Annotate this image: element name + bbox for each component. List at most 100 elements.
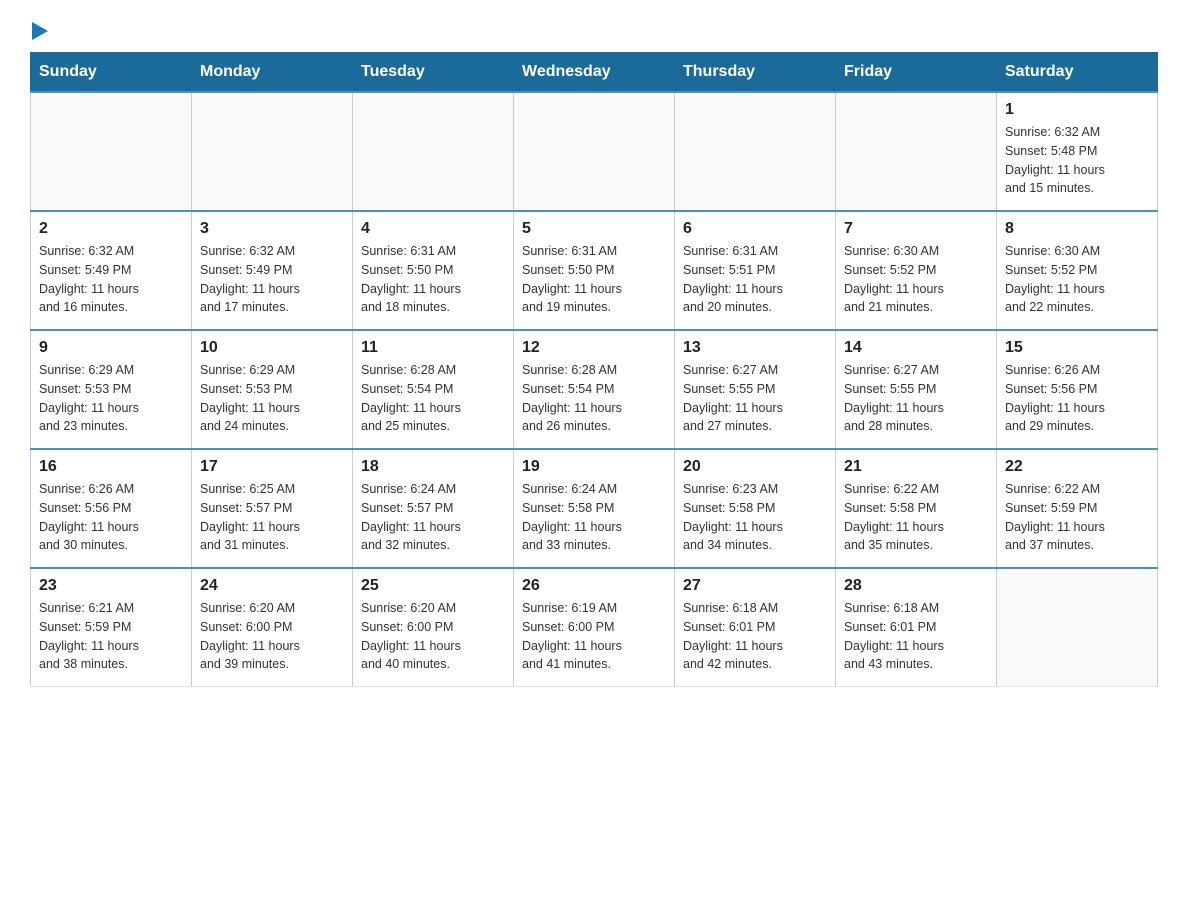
day-number: 19 bbox=[522, 458, 666, 476]
day-cell: 13 Sunrise: 6:27 AM Sunset: 5:55 PM Dayli… bbox=[675, 330, 836, 449]
day-number: 4 bbox=[361, 220, 505, 238]
day-number: 3 bbox=[200, 220, 344, 238]
day-number: 26 bbox=[522, 577, 666, 595]
day-cell: 14 Sunrise: 6:27 AM Sunset: 5:55 PM Dayli… bbox=[836, 330, 997, 449]
day-info: Sunrise: 6:31 AM Sunset: 5:51 PM Dayligh… bbox=[683, 242, 827, 317]
day-info: Sunrise: 6:32 AM Sunset: 5:48 PM Dayligh… bbox=[1005, 123, 1149, 198]
day-cell: 8 Sunrise: 6:30 AM Sunset: 5:52 PM Daylig… bbox=[997, 211, 1158, 330]
day-number: 16 bbox=[39, 458, 183, 476]
day-info: Sunrise: 6:32 AM Sunset: 5:49 PM Dayligh… bbox=[39, 242, 183, 317]
day-number: 10 bbox=[200, 339, 344, 357]
header-cell-sunday: Sunday bbox=[31, 53, 192, 93]
day-cell: 10 Sunrise: 6:29 AM Sunset: 5:53 PM Dayli… bbox=[192, 330, 353, 449]
day-number: 7 bbox=[844, 220, 988, 238]
day-info: Sunrise: 6:30 AM Sunset: 5:52 PM Dayligh… bbox=[1005, 242, 1149, 317]
day-number: 15 bbox=[1005, 339, 1149, 357]
day-number: 1 bbox=[1005, 101, 1149, 119]
day-info: Sunrise: 6:29 AM Sunset: 5:53 PM Dayligh… bbox=[200, 361, 344, 436]
day-number: 20 bbox=[683, 458, 827, 476]
day-number: 14 bbox=[844, 339, 988, 357]
day-info: Sunrise: 6:20 AM Sunset: 6:00 PM Dayligh… bbox=[200, 599, 344, 674]
week-row-2: 9 Sunrise: 6:29 AM Sunset: 5:53 PM Daylig… bbox=[31, 330, 1158, 449]
day-number: 27 bbox=[683, 577, 827, 595]
calendar-header: SundayMondayTuesdayWednesdayThursdayFrid… bbox=[31, 53, 1158, 93]
header-cell-friday: Friday bbox=[836, 53, 997, 93]
day-info: Sunrise: 6:31 AM Sunset: 5:50 PM Dayligh… bbox=[361, 242, 505, 317]
day-cell: 12 Sunrise: 6:28 AM Sunset: 5:54 PM Dayli… bbox=[514, 330, 675, 449]
header-cell-tuesday: Tuesday bbox=[353, 53, 514, 93]
day-number: 23 bbox=[39, 577, 183, 595]
day-number: 18 bbox=[361, 458, 505, 476]
day-cell: 4 Sunrise: 6:31 AM Sunset: 5:50 PM Daylig… bbox=[353, 211, 514, 330]
day-cell: 25 Sunrise: 6:20 AM Sunset: 6:00 PM Dayli… bbox=[353, 568, 514, 687]
day-info: Sunrise: 6:23 AM Sunset: 5:58 PM Dayligh… bbox=[683, 480, 827, 555]
day-cell: 11 Sunrise: 6:28 AM Sunset: 5:54 PM Dayli… bbox=[353, 330, 514, 449]
day-cell: 22 Sunrise: 6:22 AM Sunset: 5:59 PM Dayli… bbox=[997, 449, 1158, 568]
day-info: Sunrise: 6:27 AM Sunset: 5:55 PM Dayligh… bbox=[844, 361, 988, 436]
day-info: Sunrise: 6:27 AM Sunset: 5:55 PM Dayligh… bbox=[683, 361, 827, 436]
day-info: Sunrise: 6:26 AM Sunset: 5:56 PM Dayligh… bbox=[1005, 361, 1149, 436]
day-number: 28 bbox=[844, 577, 988, 595]
day-info: Sunrise: 6:18 AM Sunset: 6:01 PM Dayligh… bbox=[683, 599, 827, 674]
day-cell: 5 Sunrise: 6:31 AM Sunset: 5:50 PM Daylig… bbox=[514, 211, 675, 330]
week-row-3: 16 Sunrise: 6:26 AM Sunset: 5:56 PM Dayli… bbox=[31, 449, 1158, 568]
day-cell: 15 Sunrise: 6:26 AM Sunset: 5:56 PM Dayli… bbox=[997, 330, 1158, 449]
week-row-4: 23 Sunrise: 6:21 AM Sunset: 5:59 PM Dayli… bbox=[31, 568, 1158, 687]
week-row-0: 1 Sunrise: 6:32 AM Sunset: 5:48 PM Daylig… bbox=[31, 92, 1158, 211]
header-cell-wednesday: Wednesday bbox=[514, 53, 675, 93]
day-info: Sunrise: 6:22 AM Sunset: 5:59 PM Dayligh… bbox=[1005, 480, 1149, 555]
day-number: 5 bbox=[522, 220, 666, 238]
day-info: Sunrise: 6:28 AM Sunset: 5:54 PM Dayligh… bbox=[361, 361, 505, 436]
day-number: 13 bbox=[683, 339, 827, 357]
day-number: 11 bbox=[361, 339, 505, 357]
day-number: 8 bbox=[1005, 220, 1149, 238]
day-cell: 7 Sunrise: 6:30 AM Sunset: 5:52 PM Daylig… bbox=[836, 211, 997, 330]
day-number: 2 bbox=[39, 220, 183, 238]
day-info: Sunrise: 6:21 AM Sunset: 5:59 PM Dayligh… bbox=[39, 599, 183, 674]
day-cell bbox=[353, 92, 514, 211]
header-cell-saturday: Saturday bbox=[997, 53, 1158, 93]
day-cell bbox=[192, 92, 353, 211]
day-number: 6 bbox=[683, 220, 827, 238]
day-info: Sunrise: 6:25 AM Sunset: 5:57 PM Dayligh… bbox=[200, 480, 344, 555]
day-info: Sunrise: 6:31 AM Sunset: 5:50 PM Dayligh… bbox=[522, 242, 666, 317]
day-cell bbox=[675, 92, 836, 211]
day-cell: 20 Sunrise: 6:23 AM Sunset: 5:58 PM Dayli… bbox=[675, 449, 836, 568]
day-number: 22 bbox=[1005, 458, 1149, 476]
day-cell: 18 Sunrise: 6:24 AM Sunset: 5:57 PM Dayli… bbox=[353, 449, 514, 568]
day-number: 12 bbox=[522, 339, 666, 357]
day-cell bbox=[997, 568, 1158, 687]
day-cell: 21Sunrise: 6:22 AM Sunset: 5:58 PM Dayli… bbox=[836, 449, 997, 568]
day-number: 17 bbox=[200, 458, 344, 476]
day-info: Sunrise: 6:20 AM Sunset: 6:00 PM Dayligh… bbox=[361, 599, 505, 674]
day-info: Sunrise: 6:18 AM Sunset: 6:01 PM Dayligh… bbox=[844, 599, 988, 674]
day-cell: 26Sunrise: 6:19 AM Sunset: 6:00 PM Dayli… bbox=[514, 568, 675, 687]
day-cell: 6 Sunrise: 6:31 AM Sunset: 5:51 PM Daylig… bbox=[675, 211, 836, 330]
day-cell: 24 Sunrise: 6:20 AM Sunset: 6:00 PM Dayli… bbox=[192, 568, 353, 687]
day-cell: 17 Sunrise: 6:25 AM Sunset: 5:57 PM Dayli… bbox=[192, 449, 353, 568]
week-row-1: 2 Sunrise: 6:32 AM Sunset: 5:49 PM Daylig… bbox=[31, 211, 1158, 330]
day-cell bbox=[514, 92, 675, 211]
header-row: SundayMondayTuesdayWednesdayThursdayFrid… bbox=[31, 53, 1158, 93]
day-cell bbox=[836, 92, 997, 211]
day-info: Sunrise: 6:30 AM Sunset: 5:52 PM Dayligh… bbox=[844, 242, 988, 317]
calendar-body: 1 Sunrise: 6:32 AM Sunset: 5:48 PM Daylig… bbox=[31, 92, 1158, 687]
logo-arrow-icon bbox=[32, 20, 50, 42]
day-info: Sunrise: 6:28 AM Sunset: 5:54 PM Dayligh… bbox=[522, 361, 666, 436]
day-info: Sunrise: 6:26 AM Sunset: 5:56 PM Dayligh… bbox=[39, 480, 183, 555]
day-cell: 23 Sunrise: 6:21 AM Sunset: 5:59 PM Dayli… bbox=[31, 568, 192, 687]
day-number: 25 bbox=[361, 577, 505, 595]
day-cell: 9 Sunrise: 6:29 AM Sunset: 5:53 PM Daylig… bbox=[31, 330, 192, 449]
day-cell: 16 Sunrise: 6:26 AM Sunset: 5:56 PM Dayli… bbox=[31, 449, 192, 568]
day-info: Sunrise: 6:24 AM Sunset: 5:57 PM Dayligh… bbox=[361, 480, 505, 555]
day-info: Sunrise: 6:22 AM Sunset: 5:58 PM Dayligh… bbox=[844, 480, 988, 555]
day-cell: 27 Sunrise: 6:18 AM Sunset: 6:01 PM Dayli… bbox=[675, 568, 836, 687]
logo bbox=[30, 20, 50, 42]
day-cell: 28 Sunrise: 6:18 AM Sunset: 6:01 PM Dayli… bbox=[836, 568, 997, 687]
day-cell: 19 Sunrise: 6:24 AM Sunset: 5:58 PM Dayli… bbox=[514, 449, 675, 568]
day-info: Sunrise: 6:24 AM Sunset: 5:58 PM Dayligh… bbox=[522, 480, 666, 555]
day-info: Sunrise: 6:29 AM Sunset: 5:53 PM Dayligh… bbox=[39, 361, 183, 436]
day-number: 9 bbox=[39, 339, 183, 357]
day-cell bbox=[31, 92, 192, 211]
day-number: 24 bbox=[200, 577, 344, 595]
